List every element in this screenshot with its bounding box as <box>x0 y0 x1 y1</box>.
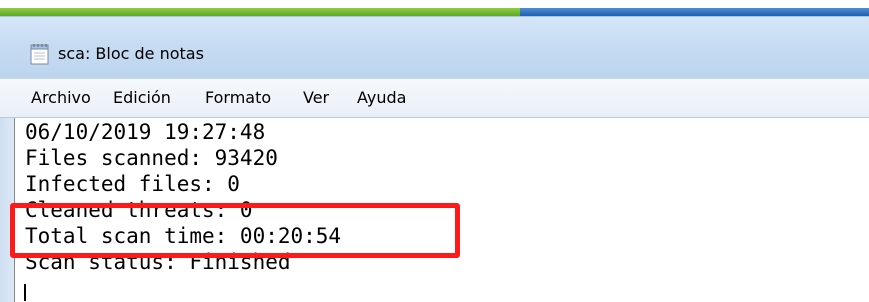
notepad-icon[interactable] <box>30 43 50 65</box>
text-caret <box>24 284 26 301</box>
progress-strip-green <box>0 8 520 16</box>
menu-formato[interactable]: Formato <box>205 88 271 107</box>
progress-strip-blue <box>520 8 869 16</box>
screenshot: sca: Bloc de notas Archivo Edición Forma… <box>0 0 869 302</box>
menu-edicion[interactable]: Edición <box>113 88 171 107</box>
text-line-files-scanned: Files scanned: 93420 <box>25 146 278 170</box>
desktop-top-strip <box>0 0 869 16</box>
window-title-bar[interactable]: sca: Bloc de notas <box>0 16 869 78</box>
red-highlight-box <box>10 203 460 258</box>
menu-ver[interactable]: Ver <box>303 88 329 107</box>
menu-archivo[interactable]: Archivo <box>31 88 91 107</box>
text-line-infected-files: Infected files: 0 <box>25 172 240 196</box>
menu-bar: Archivo Edición Formato Ver Ayuda <box>0 78 869 118</box>
text-line-datetime: 06/10/2019 19:27:48 <box>25 120 266 144</box>
menu-ayuda[interactable]: Ayuda <box>357 88 406 107</box>
window-title: sca: Bloc de notas <box>58 44 204 63</box>
